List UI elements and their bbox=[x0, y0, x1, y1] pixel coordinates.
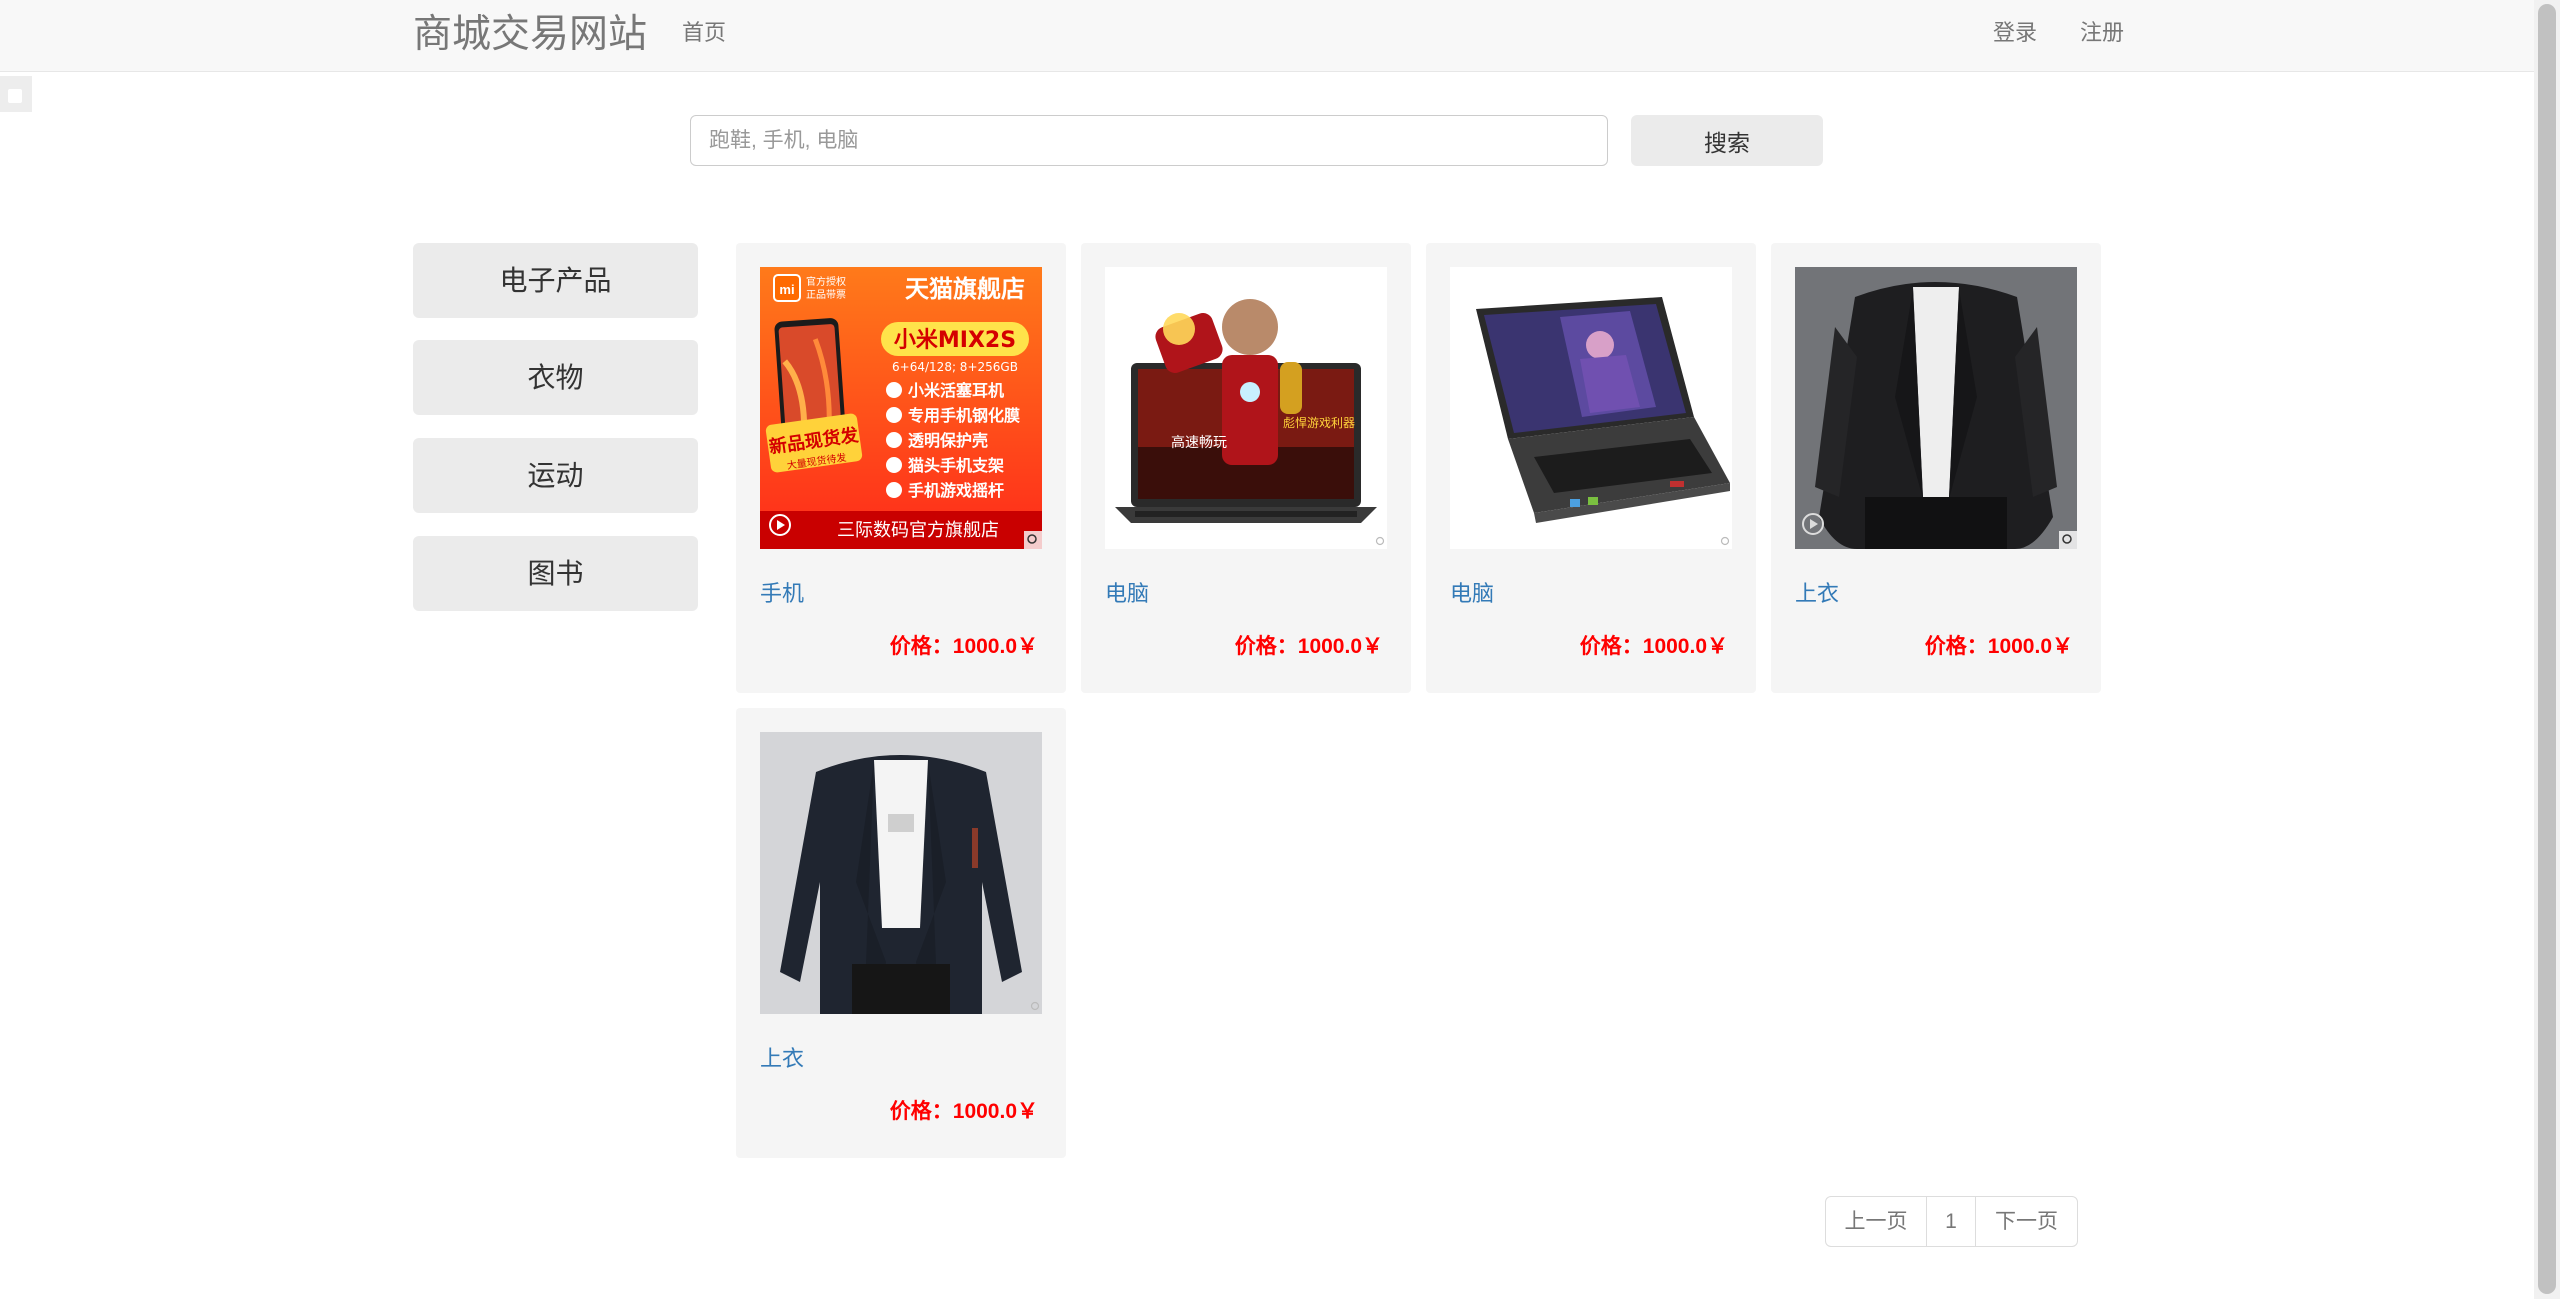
laptop-gaming-image: 高速畅玩 彪悍游戏利器 bbox=[1105, 267, 1387, 549]
brand-title[interactable]: 商城交易网站 bbox=[413, 10, 647, 60]
product-name-link[interactable]: 上衣 bbox=[1795, 576, 1839, 608]
side-toggle-icon bbox=[8, 89, 22, 103]
category-sports[interactable]: 运动 bbox=[413, 438, 698, 513]
product-image-jacket[interactable] bbox=[1795, 267, 2077, 549]
product-price: 价格：1000.0￥ bbox=[1234, 635, 1383, 658]
product-image-laptop[interactable] bbox=[1450, 267, 1732, 549]
product-name-link[interactable]: 上衣 bbox=[760, 1041, 804, 1073]
svg-text:专用手机钢化膜: 专用手机钢化膜 bbox=[908, 406, 1020, 425]
search-button[interactable]: 搜索 bbox=[1631, 115, 1823, 166]
svg-text:6+64/128; 8+256GB: 6+64/128; 8+256GB bbox=[892, 360, 1018, 374]
zoom-icon bbox=[1024, 531, 1042, 549]
category-books[interactable]: 图书 bbox=[413, 536, 698, 611]
pagination-page-1[interactable]: 1 bbox=[1926, 1196, 1976, 1247]
svg-text:彪悍游戏利器: 彪悍游戏利器 bbox=[1283, 416, 1355, 430]
search-input[interactable] bbox=[690, 115, 1608, 166]
side-toggle-widget[interactable] bbox=[0, 76, 32, 112]
svg-text:mi: mi bbox=[779, 282, 794, 297]
product-card: mi 官方授权 正品带票 天猫旗舰店 小米MIX2S 6+64/128; 8+2… bbox=[736, 243, 1066, 693]
pagination-next-button[interactable]: 下一页 bbox=[1975, 1196, 2078, 1247]
product-name-link[interactable]: 电脑 bbox=[1450, 576, 1494, 608]
product-name-link[interactable]: 手机 bbox=[760, 576, 804, 608]
nav-register-link[interactable]: 注册 bbox=[2080, 20, 2124, 46]
svg-text:正品带票: 正品带票 bbox=[806, 289, 846, 301]
product-card: 上衣 价格：1000.0￥ bbox=[1771, 243, 2101, 693]
product-price: 价格：1000.0￥ bbox=[889, 635, 1038, 658]
category-clothing[interactable]: 衣物 bbox=[413, 340, 698, 415]
scrollbar-thumb[interactable] bbox=[2538, 4, 2556, 1294]
nav-home-link[interactable]: 首页 bbox=[682, 20, 726, 46]
svg-text:小米活塞耳机: 小米活塞耳机 bbox=[908, 381, 1004, 400]
laptop-image bbox=[1450, 267, 1732, 549]
product-card: 上衣 价格：1000.0￥ bbox=[736, 708, 1066, 1158]
svg-text:透明保护壳: 透明保护壳 bbox=[908, 431, 988, 450]
product-image-coat[interactable] bbox=[760, 732, 1042, 1014]
product-price: 价格：1000.0￥ bbox=[1579, 635, 1728, 658]
nav-login-link[interactable]: 登录 bbox=[1993, 20, 2037, 46]
product-image-laptop[interactable]: 高速畅玩 彪悍游戏利器 bbox=[1105, 267, 1387, 549]
category-electronics[interactable]: 电子产品 bbox=[413, 243, 698, 318]
product-card: 高速畅玩 彪悍游戏利器 电脑 价格：1000.0￥ bbox=[1081, 243, 1411, 693]
black-jacket-image bbox=[1795, 267, 2077, 549]
svg-text:天猫旗舰店: 天猫旗舰店 bbox=[905, 275, 1025, 303]
svg-text:手机游戏摇杆: 手机游戏摇杆 bbox=[908, 481, 1004, 500]
dark-coat-image bbox=[760, 732, 1042, 1014]
svg-text:小米MIX2S: 小米MIX2S bbox=[894, 328, 1016, 353]
product-price: 价格：1000.0￥ bbox=[1924, 635, 2073, 658]
vertical-scrollbar[interactable] bbox=[2534, 0, 2560, 1299]
product-price: 价格：1000.0￥ bbox=[889, 1100, 1038, 1123]
product-image-phone[interactable]: mi 官方授权 正品带票 天猫旗舰店 小米MIX2S 6+64/128; 8+2… bbox=[760, 267, 1042, 549]
svg-text:高速畅玩: 高速畅玩 bbox=[1171, 434, 1227, 451]
svg-text:猫头手机支架: 猫头手机支架 bbox=[908, 456, 1004, 475]
phone-ad-image: mi 官方授权 正品带票 天猫旗舰店 小米MIX2S 6+64/128; 8+2… bbox=[760, 267, 1042, 549]
pagination-prev-button[interactable]: 上一页 bbox=[1825, 1196, 1927, 1247]
product-name-link[interactable]: 电脑 bbox=[1105, 576, 1149, 608]
svg-text:三际数码官方旗舰店: 三际数码官方旗舰店 bbox=[837, 520, 999, 541]
product-card: 电脑 价格：1000.0￥ bbox=[1426, 243, 1756, 693]
zoom-icon bbox=[2059, 531, 2077, 549]
navbar: 商城交易网站 首页 登录 注册 bbox=[0, 0, 2534, 72]
svg-text:官方授权: 官方授权 bbox=[806, 275, 846, 288]
hero-head bbox=[1222, 299, 1278, 355]
